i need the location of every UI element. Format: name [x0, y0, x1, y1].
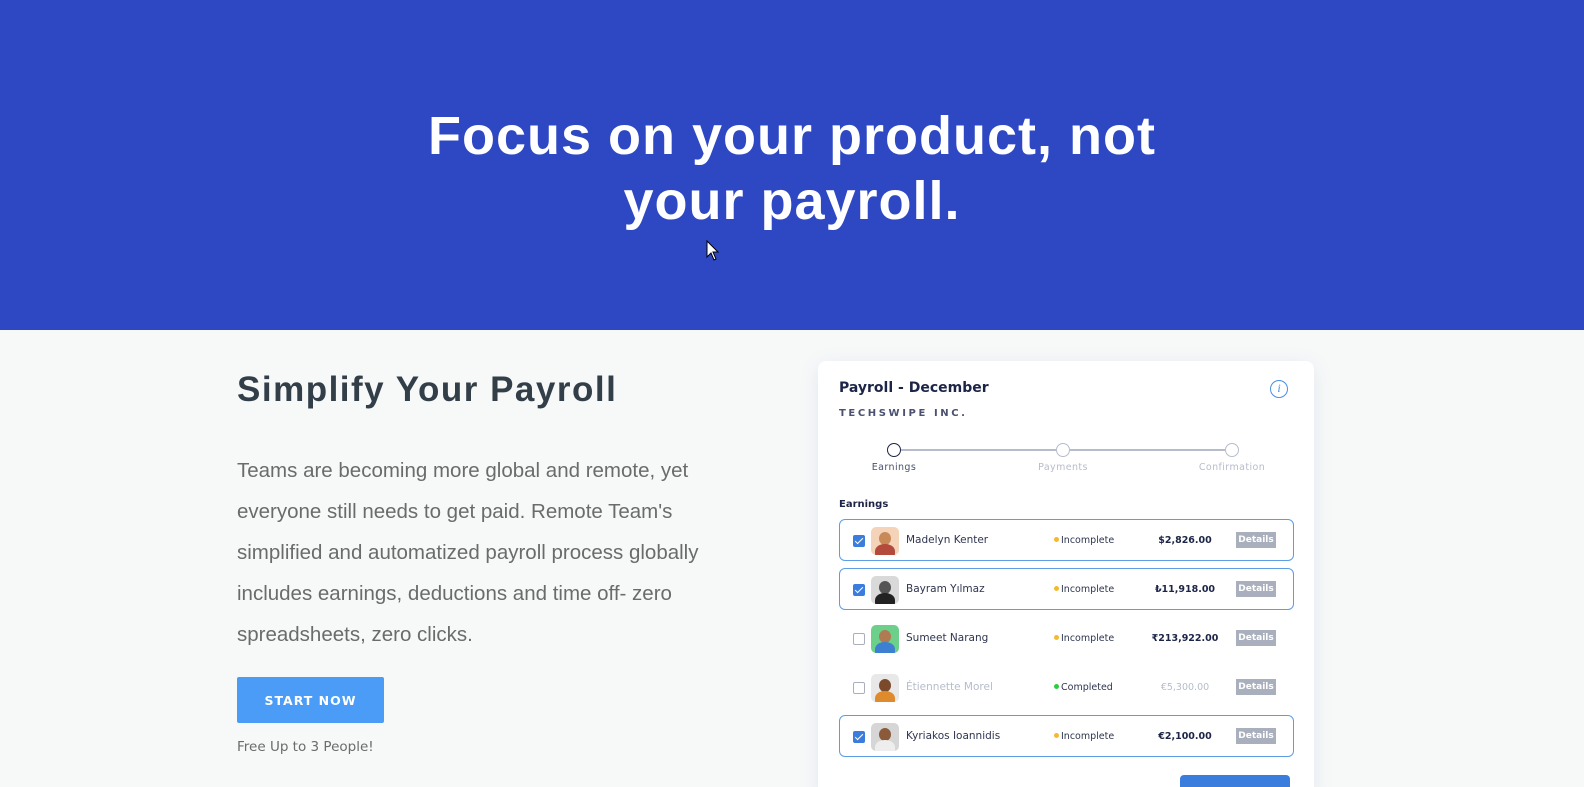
table-row[interactable]: Madelyn Kenter Incomplete $2,826.00 Deta… — [839, 519, 1294, 561]
amount: $2,826.00 — [1158, 535, 1212, 546]
section-description: Teams are becoming more global and remot… — [237, 459, 699, 646]
row-checkbox[interactable] — [853, 535, 865, 547]
details-button[interactable]: Details — [1236, 728, 1276, 744]
step-connector — [1070, 449, 1225, 451]
avatar — [871, 576, 899, 604]
status-badge: Completed — [1054, 682, 1113, 693]
row-checkbox[interactable] — [853, 682, 865, 694]
table-row[interactable]: Kyriakos Ioannidis Incomplete €2,100.00 … — [839, 715, 1294, 757]
step-earnings-dot[interactable] — [887, 443, 901, 457]
hero-title-line1: Focus on your product, not — [428, 106, 1156, 166]
row-checkbox[interactable] — [853, 633, 865, 645]
details-button[interactable]: Details — [1236, 630, 1276, 646]
avatar — [871, 674, 899, 702]
status-text: Incomplete — [1061, 584, 1115, 595]
employee-name: Kyriakos Ioannidis — [906, 730, 1001, 742]
employee-name: Étiennette Morel — [906, 681, 993, 693]
employee-name: Sumeet Narang — [906, 632, 989, 644]
hero-title-line2: your payroll. — [623, 171, 961, 231]
start-now-button[interactable]: START NOW — [237, 677, 384, 723]
row-checkbox[interactable] — [853, 584, 865, 596]
employee-name: Bayram Yılmaz — [906, 583, 985, 595]
status-badge: Incomplete — [1054, 535, 1114, 546]
earnings-section-label: Earnings — [839, 499, 889, 510]
info-icon[interactable]: i — [1270, 380, 1288, 398]
details-button[interactable]: Details — [1236, 581, 1276, 597]
step-confirmation-dot[interactable] — [1225, 443, 1239, 457]
payroll-card: Payroll - December TECHSWIPE INC. i Earn… — [818, 361, 1314, 787]
section-heading: Simplify Your Payroll — [237, 370, 618, 409]
avatar — [871, 625, 899, 653]
step-connector — [901, 449, 1056, 451]
status-text: Incomplete — [1061, 535, 1115, 546]
status-badge: Incomplete — [1054, 633, 1114, 644]
status-text: Incomplete — [1061, 731, 1115, 742]
step-earnings-label: Earnings — [871, 462, 917, 473]
card-primary-button[interactable] — [1180, 775, 1290, 787]
amount: €5,300.00 — [1160, 682, 1210, 693]
table-row[interactable]: Bayram Yılmaz Incomplete ₺11,918.00 Deta… — [839, 568, 1294, 610]
step-confirmation-label: Confirmation — [1198, 462, 1266, 473]
avatar — [871, 723, 899, 751]
amount: ₹213,922.00 — [1151, 633, 1219, 644]
step-payments-label: Payments — [1038, 462, 1088, 473]
amount: €2,100.00 — [1158, 731, 1212, 742]
card-title: Payroll - December — [839, 380, 989, 396]
mouse-cursor-icon — [706, 240, 720, 261]
company-name: TECHSWIPE INC. — [839, 408, 968, 419]
details-button[interactable]: Details — [1236, 679, 1276, 695]
row-checkbox[interactable] — [853, 731, 865, 743]
details-button[interactable]: Details — [1236, 532, 1276, 548]
status-text: Incomplete — [1061, 633, 1115, 644]
hero-banner: Focus on your product, not your payroll. — [0, 0, 1584, 330]
status-badge: Incomplete — [1054, 731, 1114, 742]
table-row[interactable]: Sumeet Narang Incomplete ₹213,922.00 Det… — [839, 617, 1294, 659]
amount: ₺11,918.00 — [1154, 584, 1216, 595]
employee-name: Madelyn Kenter — [906, 534, 989, 546]
table-row[interactable]: Étiennette Morel Completed €5,300.00 Det… — [839, 666, 1294, 708]
free-note: Free Up to 3 People! — [237, 739, 374, 755]
avatar — [871, 527, 899, 555]
status-text: Completed — [1061, 682, 1113, 693]
progress-stepper: Earnings Payments Confirmation — [839, 441, 1294, 481]
step-payments-dot[interactable] — [1056, 443, 1070, 457]
status-badge: Incomplete — [1054, 584, 1114, 595]
hero-title: Focus on your product, not your payroll. — [292, 104, 1292, 234]
